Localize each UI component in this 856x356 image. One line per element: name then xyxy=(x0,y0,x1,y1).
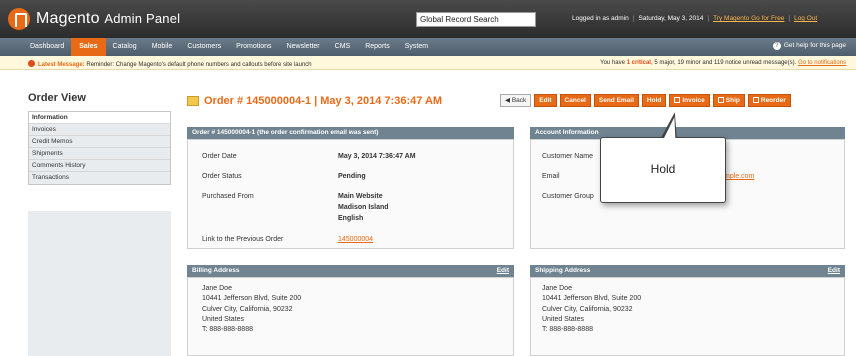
latest-message-label: Latest Message: xyxy=(38,62,85,68)
cancel-button[interactable]: Cancel xyxy=(559,94,591,107)
billing-address-text: Jane Doe 10441 Jefferson Blvd, Suite 200… xyxy=(202,285,302,334)
tab-transactions[interactable]: Transactions xyxy=(29,172,170,184)
critical-count: 1 critical xyxy=(626,60,651,66)
tab-comments-history[interactable]: Comments History xyxy=(29,160,170,172)
nav-sales[interactable]: Sales xyxy=(71,38,106,56)
order-icon xyxy=(187,96,199,106)
shipping-address-header: Shipping Address Edit xyxy=(530,265,845,277)
logo-sub: Admin Panel xyxy=(104,11,181,26)
warning-icon xyxy=(28,60,35,67)
tab-credit-memos[interactable]: Credit Memos xyxy=(29,136,170,148)
order-box: Order Date May 3, 2014 7:36:47 AM Order … xyxy=(187,139,514,249)
billing-address-box: Jane Doe 10441 Jefferson Blvd, Suite 200… xyxy=(187,277,514,356)
billing-address-header: Billing Address Edit xyxy=(187,265,514,277)
customer-group-label: Customer Group xyxy=(542,193,594,200)
nav-customers[interactable]: Customers xyxy=(187,38,221,56)
sidebar-background xyxy=(28,211,171,356)
shipping-address-text: Jane Doe 10441 Jefferson Blvd, Suite 200… xyxy=(542,285,642,334)
sidebar-title: Order View xyxy=(28,92,86,104)
back-button[interactable]: ◀ Back xyxy=(500,94,532,107)
latest-message-text: Reminder: Change Magento's default phone… xyxy=(86,62,312,68)
order-status-value: Pending xyxy=(338,173,366,180)
shipping-address-box: Jane Doe 10441 Jefferson Blvd, Suite 200… xyxy=(530,277,845,356)
page-title: Order # 145000004-1 | May 3, 2014 7:36:4… xyxy=(187,95,442,107)
help-link[interactable]: ? Get help for this page xyxy=(772,42,846,50)
tab-shipments[interactable]: Shipments xyxy=(29,148,170,160)
order-status-label: Order Status xyxy=(202,173,242,180)
invoice-icon xyxy=(674,97,681,103)
nav-mobile[interactable]: Mobile xyxy=(152,38,173,56)
system-message-bar: Latest Message: Reminder: Change Magento… xyxy=(0,56,856,70)
help-icon: ? xyxy=(772,42,781,50)
notifications-link[interactable]: Go to notifications xyxy=(798,60,846,66)
email-label: Email xyxy=(542,173,560,180)
tab-invoices[interactable]: Invoices xyxy=(29,124,170,136)
magento-logo-icon xyxy=(8,8,30,30)
order-tabs: Information Invoices Credit Memos Shipme… xyxy=(28,111,171,185)
purchased-from-value: Main Website Madison Island English xyxy=(338,193,389,222)
tab-information[interactable]: Information xyxy=(29,112,170,124)
customer-name-label: Customer Name xyxy=(542,153,593,160)
logo[interactable]: Magento Admin Panel xyxy=(8,8,180,30)
nav-system[interactable]: System xyxy=(405,38,428,56)
global-search-input[interactable]: Global Record Search xyxy=(416,12,536,27)
edit-button[interactable]: Edit xyxy=(534,94,557,107)
order-date-label: Order Date xyxy=(202,153,237,160)
send-email-button[interactable]: Send Email xyxy=(593,94,639,107)
main-nav: Dashboard Sales Catalog Mobile Customers… xyxy=(0,38,856,56)
logout-link[interactable]: Log Out xyxy=(794,15,817,22)
nav-reports[interactable]: Reports xyxy=(365,38,390,56)
invoice-button[interactable]: Invoice xyxy=(669,94,710,107)
email-link[interactable]: mple.com xyxy=(724,171,754,182)
order-actions: ◀ Back Edit Cancel Send Email Hold Invoi… xyxy=(500,94,794,107)
order-box-header: Order # 145000004-1 (the order confirmat… xyxy=(187,127,514,139)
logo-main: Magento xyxy=(36,10,100,27)
previous-order-label: Link to the Previous Order xyxy=(202,236,284,243)
try-magento-link[interactable]: Try Magento Go for Free xyxy=(713,15,784,22)
shipping-edit-link[interactable]: Edit xyxy=(828,265,840,277)
reorder-icon xyxy=(752,97,759,103)
nav-catalog[interactable]: Catalog xyxy=(113,38,137,56)
order-date-value: May 3, 2014 7:36:47 AM xyxy=(338,153,416,160)
purchased-from-label: Purchased From xyxy=(202,193,254,200)
order-view-sidebar: Order View Information Invoices Credit M… xyxy=(28,92,171,185)
nav-newsletter[interactable]: Newsletter xyxy=(287,38,320,56)
nav-promotions[interactable]: Promotions xyxy=(236,38,271,56)
hold-button[interactable]: Hold xyxy=(641,94,667,107)
hold-callout: Hold xyxy=(600,137,726,203)
logged-in-text: Logged in as admin xyxy=(572,15,629,22)
nav-dashboard[interactable]: Dashboard xyxy=(30,38,64,56)
reorder-button[interactable]: Reorder xyxy=(747,94,791,107)
nav-cms[interactable]: CMS xyxy=(335,38,351,56)
billing-edit-link[interactable]: Edit xyxy=(497,265,509,277)
header-links: Logged in as admin | Saturday, May 3, 2014… xyxy=(572,15,818,22)
ship-button[interactable]: Ship xyxy=(712,94,745,107)
previous-order-link[interactable]: 145000004 xyxy=(338,234,373,245)
callout-text: Hold xyxy=(650,162,676,176)
header-date: Saturday, May 3, 2014 xyxy=(638,15,704,22)
ship-icon xyxy=(717,97,724,103)
header-bar: Magento Admin Panel Global Record Search… xyxy=(0,0,856,38)
